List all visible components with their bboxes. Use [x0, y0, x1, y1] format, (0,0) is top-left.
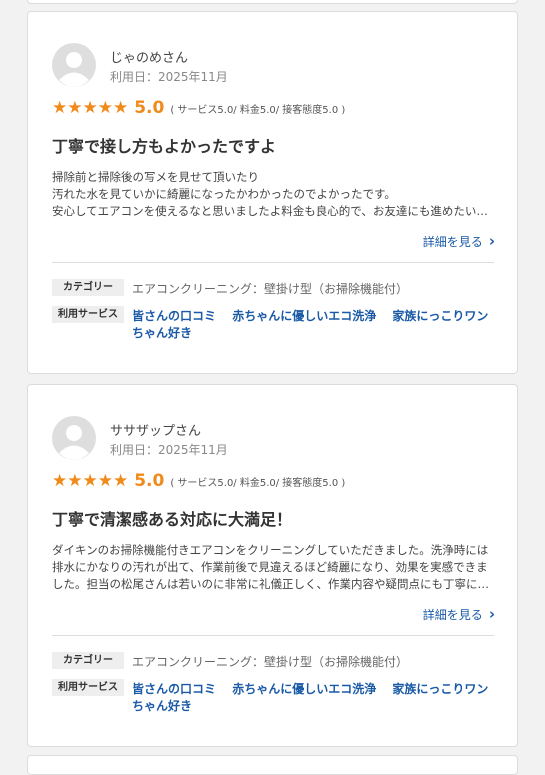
star-rating-icon: ★★★★★: [52, 98, 129, 118]
review-card: ササザップさん 利用日：2025年11月 ★★★★★ 5.0 ( サービス5.0…: [27, 384, 518, 747]
detail-link-label[interactable]: 詳細を見る: [423, 235, 483, 249]
category-value: エアコンクリーニング：壁掛け型（お掃除機能付）: [132, 655, 409, 669]
reviewer-name: じゃのめさん: [110, 51, 189, 66]
review-card-previous: [27, 0, 518, 4]
service-links: 皆さんの口コミ 赤ちゃんに優しいエコ洗浄 家族にっこりワンちゃん好き: [132, 681, 494, 715]
rating-score: 5.0: [134, 471, 165, 491]
review-card: じゃのめさん 利用日：2025年11月 ★★★★★ 5.0 ( サービス5.0/…: [27, 11, 518, 374]
avatar-icon: [52, 43, 96, 87]
rating-row: ★★★★★ 5.0 ( サービス5.0/ 料金5.0/ 接客態度5.0 ): [52, 98, 345, 118]
review-title: 丁寧で接し方もよかったですよ: [52, 137, 277, 156]
rating-score: 5.0: [134, 98, 165, 118]
review-body: 掃除前と掃除後の写メを見せて頂いたり 汚れた水を見ていかに綺麗になったかわかった…: [52, 169, 492, 220]
star-rating-icon: ★★★★★: [52, 471, 129, 491]
chevron-right-icon: ›: [488, 605, 495, 623]
category-value: エアコンクリーニング：壁掛け型（お掃除機能付）: [132, 282, 409, 296]
detail-link[interactable]: 詳細を見る ›: [423, 605, 495, 623]
rating-row: ★★★★★ 5.0 ( サービス5.0/ 料金5.0/ 接客態度5.0 ): [52, 471, 345, 491]
chevron-right-icon: ›: [488, 232, 495, 250]
avatar-icon: [52, 416, 96, 460]
usage-date: 利用日：2025年11月: [110, 443, 228, 457]
service-link[interactable]: 皆さんの口コミ: [132, 682, 216, 696]
service-link[interactable]: 皆さんの口コミ: [132, 309, 216, 323]
service-link[interactable]: 赤ちゃんに優しいエコ洗浄: [232, 682, 376, 696]
divider: [52, 262, 494, 263]
detail-link[interactable]: 詳細を見る ›: [423, 232, 495, 250]
reviewer-name: ササザップさん: [110, 424, 202, 439]
services-tag: 利用サービス: [52, 679, 124, 696]
review-body: ダイキンのお掃除機能付きエアコンをクリーニングしていただきました。洗浄時には排水…: [52, 543, 489, 591]
services-tag: 利用サービス: [52, 306, 124, 323]
review-body-line: 掃除前と掃除後の写メを見せて頂いたり: [52, 170, 259, 184]
category-tag: カテゴリー: [52, 652, 124, 669]
detail-link-label[interactable]: 詳細を見る: [423, 608, 483, 622]
rating-breakdown: ( サービス5.0/ 料金5.0/ 接客態度5.0 ): [170, 478, 346, 489]
review-title: 丁寧で清潔感ある対応に大満足！: [52, 510, 293, 529]
usage-date: 利用日：2025年11月: [110, 70, 228, 84]
service-links: 皆さんの口コミ 赤ちゃんに優しいエコ洗浄 家族にっこりワンちゃん好き: [132, 308, 494, 342]
divider: [52, 635, 494, 636]
service-link[interactable]: 赤ちゃんに優しいエコ洗浄: [232, 309, 376, 323]
review-card-next: [27, 755, 518, 775]
review-body-line: 安心してエアコンを使えるなと思いましたよ料金も良心的で、お友達にも進めたいと思い…: [52, 204, 492, 218]
category-tag: カテゴリー: [52, 279, 124, 296]
review-body-line: 汚れた水を見ていかに綺麗になったかわかったのでよかったです。: [52, 187, 396, 201]
rating-breakdown: ( サービス5.0/ 料金5.0/ 接客態度5.0 ): [170, 105, 346, 116]
